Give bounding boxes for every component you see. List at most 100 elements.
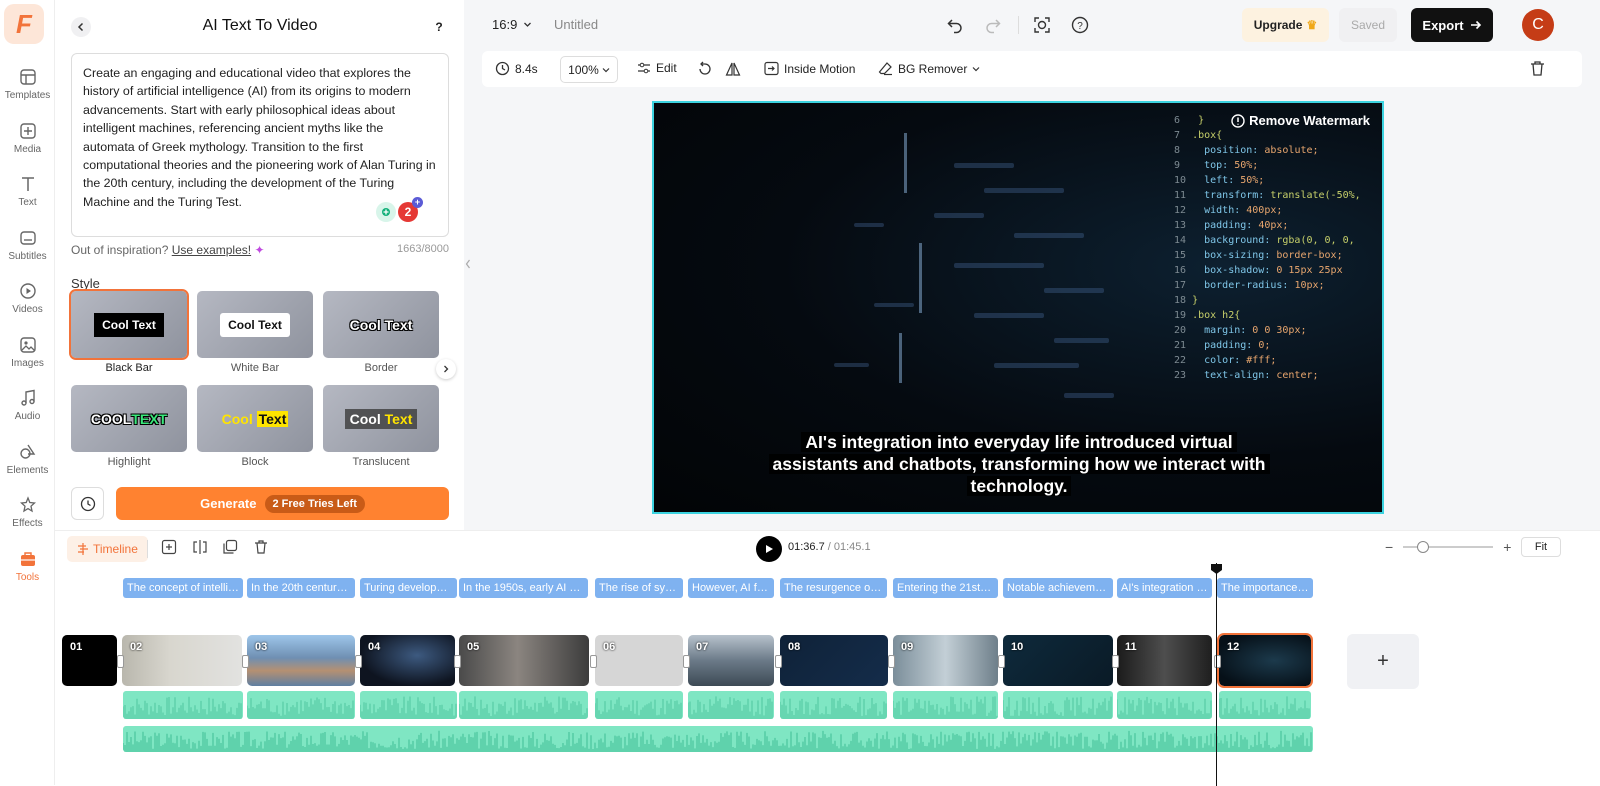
preview-icon[interactable] (1033, 16, 1051, 34)
transition-handle[interactable] (775, 655, 782, 668)
bg-remover-button[interactable]: BG Remover (878, 61, 980, 76)
voiceover-clip[interactable] (1219, 691, 1311, 719)
rail-item-subtitles[interactable]: Subtitles (0, 229, 55, 262)
transition-handle[interactable] (242, 655, 249, 668)
timeline-zoom-slider[interactable] (1403, 541, 1494, 553)
scene-clip[interactable]: 11 (1117, 635, 1212, 686)
rail-item-videos[interactable]: Videos (0, 282, 55, 315)
project-name[interactable]: Untitled (554, 17, 598, 32)
voiceover-clip[interactable] (247, 691, 355, 719)
undo-icon[interactable] (946, 16, 964, 34)
edit-button[interactable]: Edit (637, 61, 677, 75)
flip-icon[interactable] (725, 61, 741, 77)
subtitle-clip[interactable]: In the 1950s, early AI pro... (459, 578, 588, 598)
upgrade-button[interactable]: Upgrade ♛ (1242, 8, 1329, 42)
redo-icon[interactable] (984, 16, 1002, 34)
voiceover-clip[interactable] (123, 691, 243, 719)
transition-handle[interactable] (683, 655, 690, 668)
style-white-bar[interactable]: Cool Text (197, 291, 313, 358)
scene-clip[interactable]: 07 (688, 635, 774, 686)
transition-handle[interactable] (454, 655, 461, 668)
rotate-icon[interactable] (697, 61, 713, 77)
subtitle-clip[interactable]: Turing developed... (360, 578, 457, 598)
add-clip-icon[interactable] (161, 539, 177, 555)
timeline-toggle-button[interactable]: Timeline (67, 536, 148, 562)
subtitle-clip[interactable]: In the 20th century, ... (247, 578, 355, 598)
style-block[interactable]: Cool Text (197, 385, 313, 452)
export-button[interactable]: Export (1411, 8, 1493, 42)
scene-clip[interactable]: 02 (122, 635, 242, 686)
styles-next-button[interactable] (436, 359, 456, 379)
scene-clip[interactable]: 09 (893, 635, 998, 686)
aspect-ratio-select[interactable]: 16:9 (492, 17, 532, 32)
rail-item-effects[interactable]: Effects (0, 496, 55, 529)
subtitle-clip[interactable]: However, AI fac... (688, 578, 774, 598)
rail-item-tools[interactable]: Tools (0, 550, 55, 583)
style-translucent[interactable]: Cool Text (323, 385, 439, 452)
playhead-handle[interactable] (1211, 564, 1222, 574)
trash-icon[interactable] (253, 539, 269, 555)
playhead[interactable] (1216, 563, 1217, 786)
background-music-track[interactable] (123, 726, 1313, 752)
rail-item-templates[interactable]: Templates (0, 68, 55, 101)
panel-collapse-handle[interactable] (464, 0, 472, 530)
transition-handle[interactable] (998, 655, 1005, 668)
duration-button[interactable]: 8.4s (495, 61, 538, 76)
rail-item-audio[interactable]: Audio (0, 389, 55, 422)
help-circle-icon[interactable]: ? (1071, 16, 1089, 34)
scene-clip[interactable]: 12 (1217, 633, 1313, 688)
rail-item-images[interactable]: Images (0, 336, 55, 369)
subtitle-clip[interactable]: Entering the 21st c... (893, 578, 998, 598)
play-button[interactable] (756, 536, 782, 562)
scene-clip[interactable]: 03 (247, 635, 355, 686)
video-subtitle[interactable]: AI's integration into everyday life intr… (734, 431, 1304, 497)
voiceover-clip[interactable] (459, 691, 588, 719)
style-highlight[interactable]: COOLTEXT (71, 385, 187, 452)
voiceover-clip[interactable] (780, 691, 887, 719)
add-scene-button[interactable]: + (1347, 634, 1419, 689)
subtitle-clip[interactable]: The importance o... (1217, 578, 1313, 598)
duplicate-icon[interactable] (222, 539, 238, 555)
subtitle-clip[interactable]: The rise of sym... (595, 578, 683, 598)
subtitle-clip[interactable]: AI's integration in... (1117, 578, 1212, 598)
split-icon[interactable] (192, 539, 208, 555)
prompt-textarea[interactable]: Create an engaging and educational video… (71, 53, 449, 237)
inside-motion-button[interactable]: Inside Motion (764, 61, 855, 76)
subtitle-clip[interactable]: The resurgence of A... (780, 578, 887, 598)
style-black-bar[interactable]: Cool Text (69, 289, 189, 360)
app-logo[interactable]: F (4, 4, 44, 44)
suggestion-count-badge[interactable]: 2 + (398, 197, 423, 222)
transition-handle[interactable] (590, 655, 597, 668)
voiceover-clip[interactable] (893, 691, 998, 719)
transition-handle[interactable] (355, 655, 362, 668)
transition-handle[interactable] (888, 655, 895, 668)
style-border[interactable]: Cool Text (323, 291, 439, 358)
rail-item-text[interactable]: Text (0, 175, 55, 208)
video-canvas[interactable]: 6 } 7 .box{ 8 position: absolute; 9 top:… (652, 101, 1384, 514)
scene-clip[interactable]: 01 (62, 635, 117, 686)
trash-icon[interactable] (1529, 60, 1546, 77)
scene-clip[interactable]: 04 (360, 635, 455, 686)
scene-clip[interactable]: 08 (780, 635, 888, 686)
subtitle-clip[interactable]: The concept of intellig... (123, 578, 243, 598)
voiceover-clip[interactable] (1117, 691, 1212, 719)
remove-watermark-button[interactable]: Remove Watermark (1231, 113, 1370, 128)
scene-clip[interactable]: 06 (595, 635, 683, 686)
zoom-in-icon[interactable]: + (1503, 539, 1511, 555)
grammarly-icon[interactable] (376, 202, 396, 222)
user-avatar[interactable]: C (1522, 9, 1554, 41)
rail-item-elements[interactable]: Elements (0, 443, 55, 476)
generate-button[interactable]: Generate 2 Free Tries Left (116, 487, 449, 520)
transition-handle[interactable] (1112, 655, 1119, 668)
voiceover-clip[interactable] (595, 691, 683, 719)
transition-handle[interactable] (117, 655, 124, 668)
subtitle-clip[interactable]: Notable achievemen... (1003, 578, 1113, 598)
help-button[interactable]: ? (429, 17, 449, 37)
fit-button[interactable]: Fit (1521, 537, 1561, 557)
zoom-out-icon[interactable]: − (1385, 539, 1393, 555)
scene-clip[interactable]: 10 (1003, 635, 1113, 686)
scene-clip[interactable]: 05 (459, 635, 589, 686)
slider-knob[interactable] (1417, 541, 1430, 553)
voiceover-clip[interactable] (360, 691, 457, 719)
rail-item-media[interactable]: Media (0, 122, 55, 155)
